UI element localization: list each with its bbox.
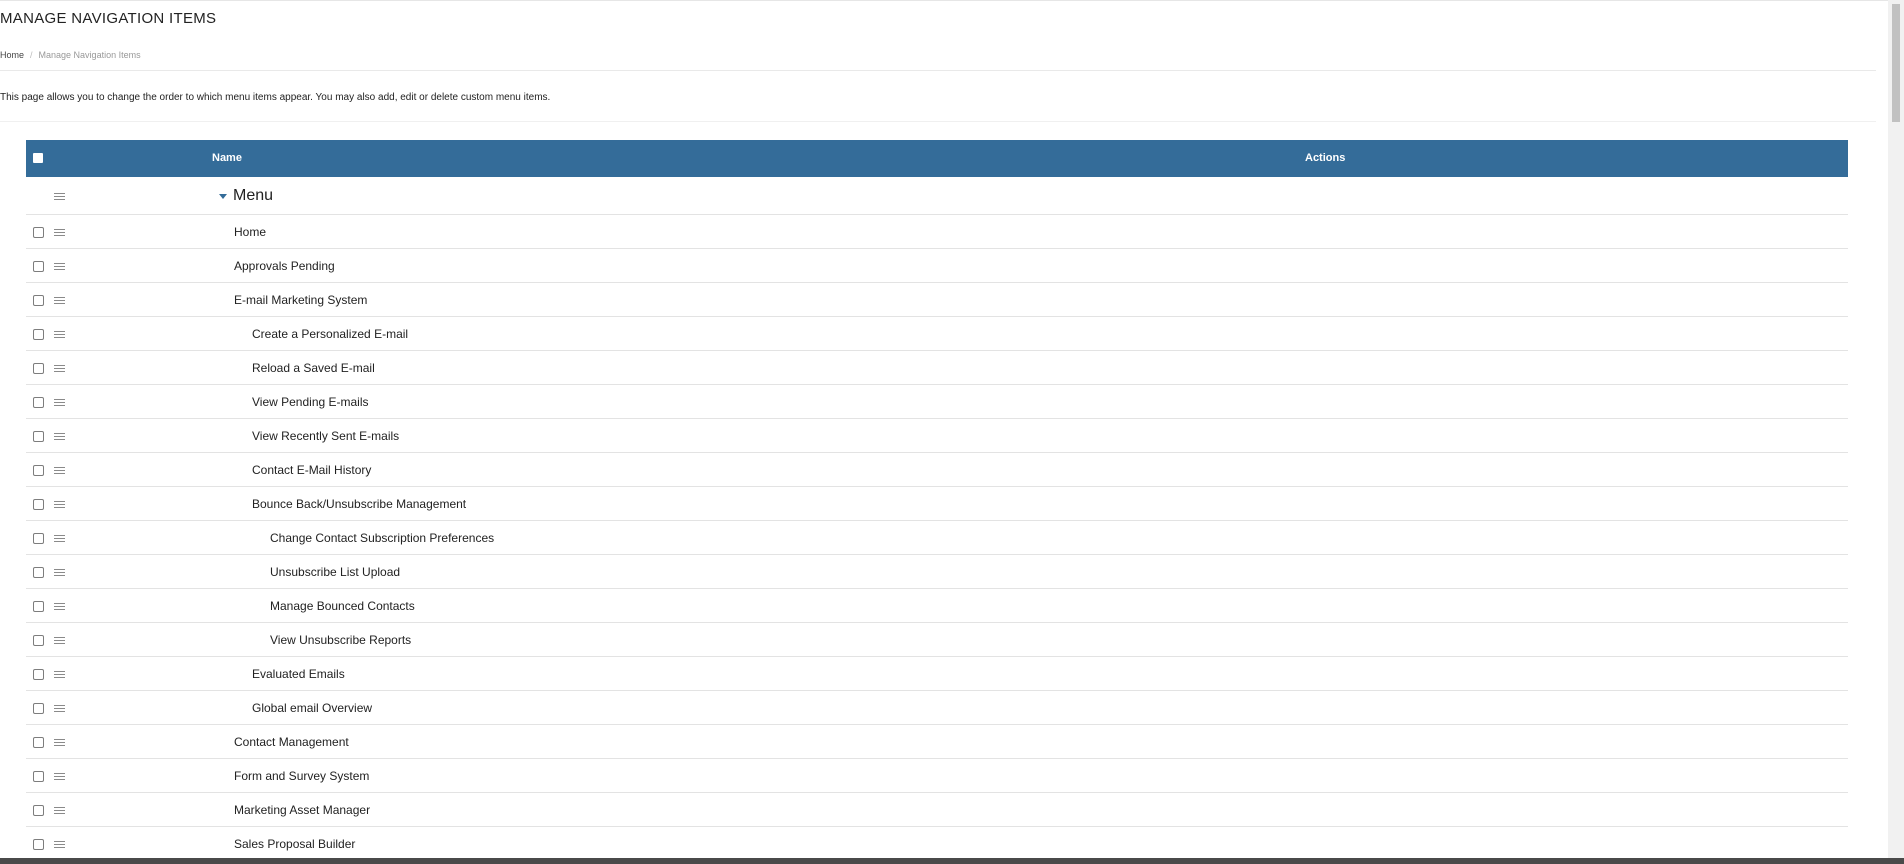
nav-item-label[interactable]: Change Contact Subscription Preferences [270,531,494,545]
table-row: Home [26,215,1848,249]
row-select-checkbox[interactable] [33,635,44,646]
table-header: Name Actions [26,140,1848,177]
row-select-checkbox[interactable] [33,295,44,306]
table-row: Bounce Back/Unsubscribe Management [26,487,1848,521]
nav-item-label[interactable]: Contact E-Mail History [252,463,371,477]
drag-handle-icon[interactable] [54,637,65,645]
row-select-checkbox[interactable] [33,669,44,680]
drag-handle-icon[interactable] [54,297,65,305]
drag-handle-icon[interactable] [54,603,65,611]
nav-item-label[interactable]: Sales Proposal Builder [234,837,355,851]
nav-item-label[interactable]: Evaluated Emails [252,667,345,681]
row-select-checkbox[interactable] [33,499,44,510]
nav-item-label[interactable]: Approvals Pending [234,259,335,273]
row-select-checkbox[interactable] [33,601,44,612]
drag-handle-icon[interactable] [54,535,65,543]
table-row: Marketing Asset Manager [26,793,1848,827]
navigation-items-table: Name Actions Menu Home Approvals Pending E… [26,140,1848,861]
breadcrumb: Home / Manage Navigation Items [0,50,141,60]
table-row: Sales Proposal Builder [26,827,1848,861]
breadcrumb-current: Manage Navigation Items [38,50,141,60]
table-row: Form and Survey System [26,759,1848,793]
row-select-checkbox[interactable] [33,363,44,374]
nav-item-label[interactable]: View Unsubscribe Reports [270,633,411,647]
nav-item-label[interactable]: Bounce Back/Unsubscribe Management [252,497,466,511]
scrollbar-thumb[interactable] [1892,4,1900,122]
table-row: Contact Management [26,725,1848,759]
nav-item-label[interactable]: Global email Overview [252,701,372,715]
drag-handle-icon[interactable] [54,501,65,509]
divider [0,70,1876,71]
drag-handle-icon[interactable] [54,399,65,407]
row-select-checkbox[interactable] [33,329,44,340]
row-select-checkbox[interactable] [33,397,44,408]
table-row: Create a Personalized E-mail [26,317,1848,351]
row-select-checkbox[interactable] [33,839,44,850]
nav-item-label[interactable]: Contact Management [234,735,349,749]
drag-handle-icon[interactable] [54,705,65,713]
drag-handle-icon[interactable] [54,739,65,747]
table-row: View Recently Sent E-mails [26,419,1848,453]
nav-item-label[interactable]: Unsubscribe List Upload [270,565,400,579]
nav-item-label[interactable]: Marketing Asset Manager [234,803,370,817]
drag-handle-icon[interactable] [54,841,65,849]
nav-item-label[interactable]: Manage Bounced Contacts [270,599,415,613]
drag-handle-icon[interactable] [54,569,65,577]
table-row: View Unsubscribe Reports [26,623,1848,657]
select-all-checkbox[interactable] [33,153,43,163]
column-header-name: Name [212,152,242,164]
table-row: Contact E-Mail History [26,453,1848,487]
row-select-checkbox[interactable] [33,805,44,816]
row-select-checkbox[interactable] [33,465,44,476]
drag-handle-icon[interactable] [54,331,65,339]
table-row: Approvals Pending [26,249,1848,283]
table-row: Unsubscribe List Upload [26,555,1848,589]
nav-item-label[interactable]: View Recently Sent E-mails [252,429,399,443]
drag-handle-icon[interactable] [54,263,65,271]
page-title: MANAGE NAVIGATION ITEMS [0,10,217,27]
breadcrumb-separator: / [30,50,33,60]
row-select-checkbox[interactable] [33,703,44,714]
drag-handle-icon[interactable] [54,671,65,679]
drag-handle-icon[interactable] [54,433,65,441]
nav-item-label[interactable]: Home [234,225,266,239]
divider [0,121,1876,122]
table-row: Global email Overview [26,691,1848,725]
top-border [0,0,1888,1]
row-select-checkbox[interactable] [33,771,44,782]
table-row-menu-root: Menu [26,177,1848,215]
nav-item-label[interactable]: View Pending E-mails [252,395,369,409]
drag-handle-icon[interactable] [54,365,65,373]
table-row: Evaluated Emails [26,657,1848,691]
row-select-checkbox[interactable] [33,533,44,544]
page-description: This page allows you to change the order… [0,92,551,103]
drag-handle-icon[interactable] [54,193,65,201]
nav-item-label[interactable]: Create a Personalized E-mail [252,327,408,341]
nav-item-label[interactable]: Form and Survey System [234,769,369,783]
row-select-checkbox[interactable] [33,737,44,748]
nav-item-label[interactable]: Reload a Saved E-mail [252,361,375,375]
table-row: Change Contact Subscription Preferences [26,521,1848,555]
nav-item-label[interactable]: E-mail Marketing System [234,293,367,307]
drag-handle-icon[interactable] [54,229,65,237]
vertical-scrollbar[interactable] [1888,0,1904,858]
table-row: E-mail Marketing System [26,283,1848,317]
row-select-checkbox[interactable] [33,261,44,272]
table-row: Manage Bounced Contacts [26,589,1848,623]
drag-handle-icon[interactable] [54,773,65,781]
row-select-checkbox[interactable] [33,431,44,442]
column-header-actions: Actions [1305,152,1346,164]
row-select-checkbox[interactable] [33,227,44,238]
breadcrumb-home-link[interactable]: Home [0,50,24,60]
bottom-bar [0,858,1904,864]
collapse-caret-icon[interactable] [219,194,227,199]
menu-root-label: Menu [233,187,274,204]
drag-handle-icon[interactable] [54,807,65,815]
table-row: Reload a Saved E-mail [26,351,1848,385]
drag-handle-icon[interactable] [54,467,65,475]
row-select-checkbox[interactable] [33,567,44,578]
table-row: View Pending E-mails [26,385,1848,419]
